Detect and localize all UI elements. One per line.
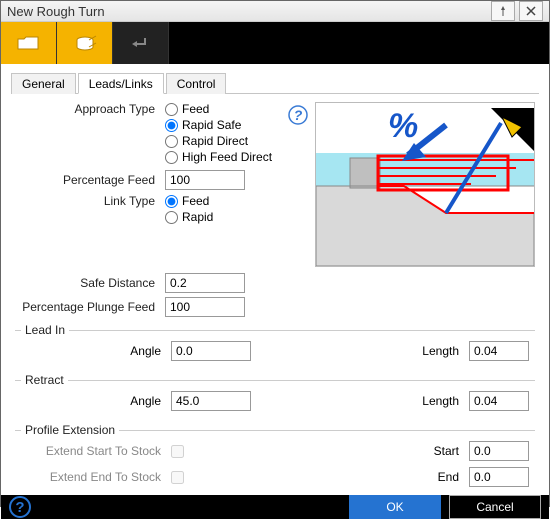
profile-end-label: End [419, 470, 469, 484]
profile-start-input[interactable] [469, 441, 529, 461]
preview-diagram: ? [315, 102, 535, 267]
approach-rapid-safe-label: Rapid Safe [182, 118, 241, 132]
diagram-percent-symbol: % [388, 107, 418, 145]
tab-panel-leads: Approach Type Feed Rapid Safe Rapid Dire… [11, 94, 539, 493]
retract-legend: Retract [21, 373, 68, 387]
lead-in-angle-label: Angle [21, 344, 171, 358]
title-bar: New Rough Turn [1, 1, 549, 22]
approach-high-feed-radio[interactable] [165, 151, 178, 164]
approach-rapid-direct-radio[interactable] [165, 135, 178, 148]
approach-rapid-safe-radio[interactable] [165, 119, 178, 132]
pin-button[interactable] [491, 1, 515, 21]
content-area: General Leads/Links Control Approach Typ… [1, 64, 549, 495]
percentage-feed-label: Percentage Feed [15, 173, 165, 187]
retract-length-label: Length [419, 394, 469, 408]
lead-in-length-label: Length [419, 344, 469, 358]
context-help-icon[interactable]: ? [288, 105, 308, 125]
ok-button[interactable]: OK [349, 495, 441, 519]
extend-start-label: Extend Start To Stock [21, 444, 171, 458]
lead-in-group: Lead In Angle Length [15, 323, 535, 367]
help-icon[interactable]: ? [9, 496, 31, 518]
extend-start-checkbox[interactable] [171, 445, 184, 458]
cancel-button[interactable]: Cancel [449, 495, 541, 519]
tab-leads-links[interactable]: Leads/Links [78, 73, 164, 94]
footer-bar: ? OK Cancel [1, 495, 549, 519]
lead-in-legend: Lead In [21, 323, 69, 337]
percentage-feed-input[interactable] [165, 170, 245, 190]
ribbon-bar [1, 22, 549, 64]
approach-feed-radio[interactable] [165, 103, 178, 116]
svg-text:?: ? [15, 499, 24, 516]
link-type-label: Link Type [15, 194, 165, 208]
retract-length-input[interactable] [469, 391, 529, 411]
tab-strip: General Leads/Links Control [11, 72, 539, 94]
approach-high-feed-label: High Feed Direct [182, 150, 272, 164]
lead-in-length-input[interactable] [469, 341, 529, 361]
safe-distance-input[interactable] [165, 273, 245, 293]
percentage-plunge-label: Percentage Plunge Feed [15, 300, 165, 314]
linktype-rapid-radio[interactable] [165, 211, 178, 224]
retract-angle-input[interactable] [171, 391, 251, 411]
close-button[interactable] [519, 1, 543, 21]
extend-end-label: Extend End To Stock [21, 470, 171, 484]
dialog-window: New Rough Turn General Leads/Links Contr… [0, 0, 550, 507]
ribbon-return-button[interactable] [113, 22, 169, 64]
linktype-feed-radio[interactable] [165, 195, 178, 208]
retract-angle-label: Angle [21, 394, 171, 408]
profile-extension-group: Profile Extension Extend Start To Stock … [15, 423, 535, 493]
profile-extension-legend: Profile Extension [21, 423, 119, 437]
ribbon-cylinder-button[interactable] [57, 22, 113, 64]
tab-control[interactable]: Control [166, 73, 227, 94]
percentage-plunge-input[interactable] [165, 297, 245, 317]
approach-feed-label: Feed [182, 102, 209, 116]
extend-end-checkbox[interactable] [171, 471, 184, 484]
tab-general[interactable]: General [11, 73, 76, 94]
svg-text:?: ? [294, 107, 303, 123]
profile-end-input[interactable] [469, 467, 529, 487]
profile-start-label: Start [419, 444, 469, 458]
approach-type-label: Approach Type [15, 102, 165, 116]
linktype-feed-label: Feed [182, 194, 209, 208]
retract-group: Retract Angle Length [15, 373, 535, 417]
linktype-rapid-label: Rapid [182, 210, 213, 224]
lead-in-angle-input[interactable] [171, 341, 251, 361]
safe-distance-label: Safe Distance [15, 276, 165, 290]
window-title: New Rough Turn [7, 4, 487, 19]
ribbon-folder-button[interactable] [1, 22, 57, 64]
approach-rapid-direct-label: Rapid Direct [182, 134, 248, 148]
